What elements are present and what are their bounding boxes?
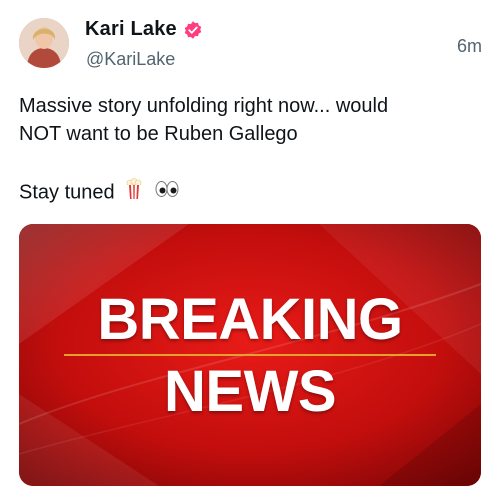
author-handle[interactable]: @KariLake (86, 49, 175, 70)
popcorn-icon (124, 178, 144, 208)
verified-badge-icon (183, 20, 203, 40)
timestamp[interactable]: 6m (457, 36, 482, 57)
breaking-news-image[interactable]: BREAKING NEWS (19, 224, 481, 486)
tweet-text-line-2: NOT want to be Ruben Gallego (19, 123, 298, 145)
headline-divider (64, 354, 436, 356)
avatar[interactable] (19, 18, 69, 68)
display-name[interactable]: Kari Lake (85, 18, 177, 41)
headline-breaking: BREAKING (97, 287, 403, 352)
tweet-text-line-1: Massive story unfolding right now... wou… (19, 95, 389, 117)
tweet-text-line-3: Stay tuned (19, 178, 180, 208)
headline-news: NEWS (164, 359, 337, 424)
eyes-icon (154, 179, 180, 207)
author-name-row[interactable]: Kari Lake (85, 18, 203, 41)
stay-tuned-text: Stay tuned (19, 181, 115, 204)
profile-photo-icon (19, 18, 69, 68)
